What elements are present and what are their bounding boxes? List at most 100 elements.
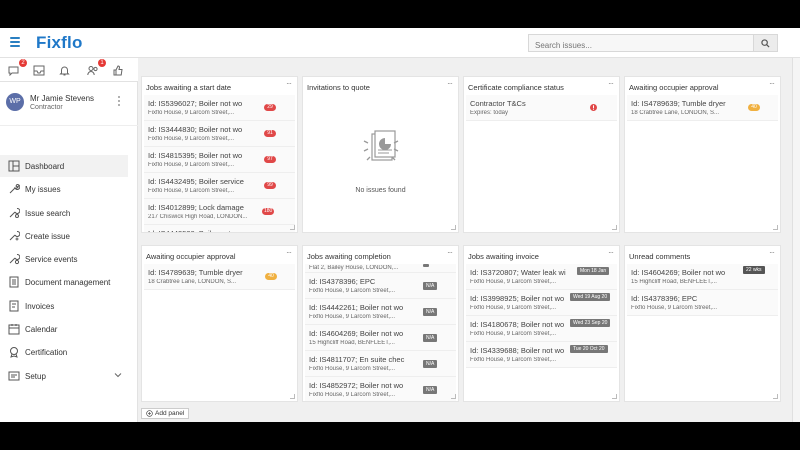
panel-menu-icon[interactable]: ··· xyxy=(447,248,453,257)
panel-title: Jobs awaiting invoice xyxy=(468,252,539,261)
issue-id: Id: IS3998925; Boiler not wo xyxy=(470,294,565,303)
resize-handle[interactable] xyxy=(451,394,456,399)
issue-address: Fixflo House, 9 Larcom Street,... xyxy=(309,392,396,398)
panel-header: Invitations to quote ··· xyxy=(303,77,458,95)
sidebar: WP Mr Jamie Stevens Contractor Dashboard… xyxy=(0,82,138,422)
list-item[interactable]: Id: IS4012899; Lock damage 217 Chiswick H… xyxy=(144,199,295,225)
empty-message: No issues found xyxy=(355,187,406,194)
sidebar-item-calendar[interactable]: Calendar xyxy=(0,318,128,340)
list-item[interactable]: Id: IS4432495; Boiler service Fixflo Hous… xyxy=(144,173,295,199)
list-item[interactable]: Id: IS4339688; Boiler not wo Fixflo House… xyxy=(466,342,617,368)
list-item[interactable]: Id: IS4604269; Boiler not wo 15 Highcliff… xyxy=(627,264,778,290)
resize-handle[interactable] xyxy=(612,225,617,230)
date-tag: N/A xyxy=(423,360,438,368)
date-tag: N/A xyxy=(423,282,438,290)
list-item[interactable]: Id: IS5396027; Boiler not wo Fixflo House… xyxy=(144,95,295,121)
list-item[interactable]: Id: IS4604269; Boiler not wo 15 Highcliff… xyxy=(305,325,456,351)
panel-title: Jobs awaiting completion xyxy=(307,252,391,261)
panel-header: Awaiting occupier approval ··· xyxy=(625,77,780,95)
panel-menu-icon[interactable]: ··· xyxy=(769,248,775,257)
resize-handle[interactable] xyxy=(612,394,617,399)
panel-jobs-awaiting-completion: Jobs awaiting completion ··· Flat 2, Bai… xyxy=(302,245,459,402)
add-panel-button[interactable]: Add panel xyxy=(141,408,190,419)
issue-id: Id: IS4442261; Boiler not wo xyxy=(309,303,404,312)
list-item[interactable]: Id: IS3998925; Boiler not wo Fixflo House… xyxy=(466,290,617,316)
top-bar: Fixflo xyxy=(0,28,800,58)
list-item[interactable]: Id: IS4789639; Tumble dryer 18 Crabtree … xyxy=(144,264,295,290)
days-badge: 91 xyxy=(264,130,276,137)
sidebar-item-invoices[interactable]: Invoices xyxy=(0,295,128,317)
list-item[interactable]: Id: IS4442538; Boiler not wo xyxy=(144,225,295,232)
issue-address: Fixflo House, 9 Larcom Street,... xyxy=(148,136,235,142)
user-name: Mr Jamie Stevens xyxy=(30,94,95,103)
sidebar-item-issue-search[interactable]: Issue search xyxy=(0,202,128,224)
list-item[interactable]: Id: IS4378396; EPC Fixflo House, 9 Larcom… xyxy=(627,290,778,316)
avatar[interactable]: WP xyxy=(6,93,24,111)
panel-certificate-compliance: Certificate compliance status ··· Contra… xyxy=(463,76,620,233)
panel-unread-comments: Unread comments ··· Id: IS4604269; Boile… xyxy=(624,245,781,402)
panel-menu-icon[interactable]: ··· xyxy=(769,79,775,88)
list-item[interactable]: Id: IS3720807; Water leak wi Fixflo House… xyxy=(466,264,617,290)
thumbs-up-icon[interactable] xyxy=(111,63,125,77)
page-scrollbar[interactable] xyxy=(792,58,800,422)
profile-menu-icon[interactable] xyxy=(118,96,122,108)
date-tag: N/A xyxy=(423,334,438,342)
panel-title: Unread comments xyxy=(629,252,691,261)
sidebar-item-my-issues[interactable]: My issues xyxy=(0,178,128,200)
list-item[interactable]: Id: IS4815395; Boiler not wo Fixflo House… xyxy=(144,147,295,173)
users-icon[interactable]: 1 xyxy=(86,59,106,77)
list-item[interactable]: Id: IS4442261; Boiler not wo Fixflo House… xyxy=(305,299,456,325)
list-item[interactable]: Id: IS4852972; Boiler not wo Fixflo House… xyxy=(305,377,456,401)
certificate-icon xyxy=(7,345,21,359)
inbox-icon[interactable] xyxy=(32,63,46,77)
list-item[interactable]: Id: IS4378396; EPC Fixflo House, 9 Larcom… xyxy=(305,273,456,299)
chevron-down-icon[interactable] xyxy=(114,371,122,379)
sidebar-item-certification[interactable]: Certification xyxy=(0,341,128,363)
issue-id: Id: IS4789639; Tumble dryer xyxy=(148,268,243,277)
days-badge: 40 xyxy=(748,104,760,111)
sidebar-item-setup[interactable]: Setup xyxy=(0,365,128,387)
issue-id: Id: IS4789639; Tumble dryer xyxy=(631,99,726,108)
fixflo-logo[interactable]: Fixflo xyxy=(36,33,83,53)
resize-handle[interactable] xyxy=(290,394,295,399)
list-item[interactable]: Contractor T&Cs Expires: today xyxy=(466,95,617,121)
alert-icon xyxy=(590,104,597,111)
messages-icon[interactable]: 2 xyxy=(7,59,27,77)
issue-address: Fixflo House, 9 Larcom Street,... xyxy=(309,366,396,372)
issue-address: Fixflo House, 9 Larcom Street,... xyxy=(309,314,396,320)
search-input[interactable] xyxy=(529,37,751,54)
sidebar-item-label: Calendar xyxy=(25,324,58,334)
resize-handle[interactable] xyxy=(451,225,456,230)
list-item[interactable]: Id: IS4811707; En suite chec Fixflo House… xyxy=(305,351,456,377)
issue-address: 15 Highcliff Road, BENFLEET,... xyxy=(309,340,395,346)
search-button[interactable] xyxy=(753,35,777,51)
resize-handle[interactable] xyxy=(290,225,295,230)
days-badge: 40 xyxy=(265,273,277,280)
panel-title: Awaiting occupier approval xyxy=(146,252,236,261)
menu-icon[interactable] xyxy=(10,37,20,47)
panel-title: Jobs awaiting a start date xyxy=(146,83,232,92)
list-item[interactable]: Flat 2, Bailey House, LONDON,... xyxy=(305,264,456,273)
sidebar-item-create-issue[interactable]: Create issue xyxy=(0,225,128,247)
list-item[interactable]: Id: IS3444830; Boiler not wo Fixflo House… xyxy=(144,121,295,147)
sidebar-item-service-events[interactable]: Service events xyxy=(0,248,128,270)
panel-menu-icon[interactable]: ··· xyxy=(608,248,614,257)
panel-menu-icon[interactable]: ··· xyxy=(286,248,292,257)
sidebar-item-dashboard[interactable]: Dashboard xyxy=(0,155,128,177)
list-item[interactable]: Id: IS4789639; Tumble dryer 18 Crabtree … xyxy=(627,95,778,121)
panel-menu-icon[interactable]: ··· xyxy=(608,79,614,88)
panel-awaiting-occupier-approval: Awaiting occupier approval ··· Id: IS478… xyxy=(624,76,781,233)
sidebar-item-document-management[interactable]: Document management xyxy=(0,271,128,293)
panel-menu-icon[interactable]: ··· xyxy=(447,79,453,88)
bell-icon[interactable] xyxy=(57,63,71,77)
list-item[interactable]: Id: IS4180678; Boiler not wo Fixflo House… xyxy=(466,316,617,342)
issue-address: Fixflo House, 9 Larcom Street,... xyxy=(309,288,396,294)
wrench-cog-icon xyxy=(7,252,21,266)
panel-menu-icon[interactable]: ··· xyxy=(286,79,292,88)
resize-handle[interactable] xyxy=(773,394,778,399)
issue-id: Id: IS4442538; Boiler not wo xyxy=(148,229,246,232)
issue-address: Fixflo House, 9 Larcom Street,... xyxy=(470,279,557,285)
issue-address: Fixflo House, 9 Larcom Street,... xyxy=(148,162,235,168)
resize-handle[interactable] xyxy=(773,225,778,230)
issue-id: Id: IS4339688; Boiler not wo xyxy=(470,346,565,355)
